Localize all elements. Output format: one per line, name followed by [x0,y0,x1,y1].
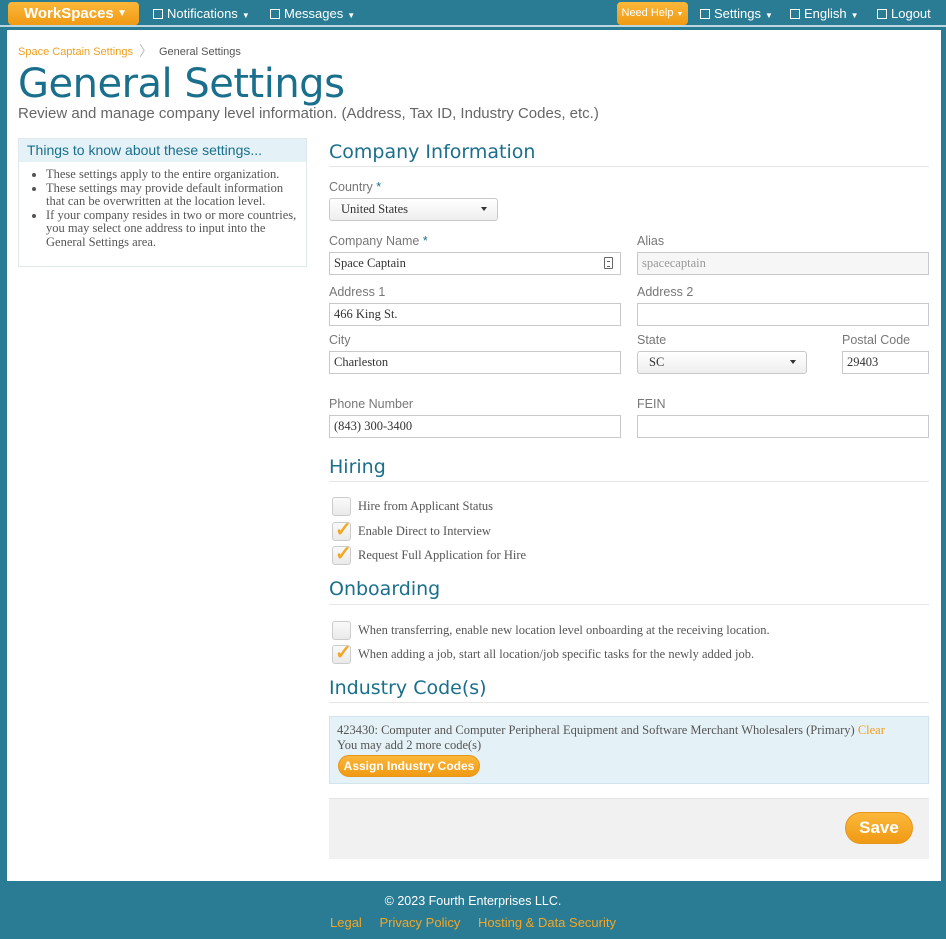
country-select[interactable]: United States [329,198,498,221]
assign-industry-codes-button[interactable]: Assign Industry Codes [338,755,480,777]
industry-codes-box: 423430: Computer and Computer Peripheral… [329,716,929,784]
breadcrumb: Space Captain Settings 〉 General Settings [18,41,241,61]
chevron-down-icon: ▼ [117,8,127,19]
settings-icon [700,9,710,19]
address1-label: Address 1 [329,285,386,299]
address1-field[interactable]: 466 King St. [329,303,621,326]
need-help-button[interactable]: Need Help ▼ [617,2,688,25]
messages-menu[interactable]: Messages ▼ [270,0,355,27]
option-label: Enable Direct to Interview [358,524,491,538]
option-label: When transferring, enable new location l… [358,623,770,637]
breadcrumb-separator-icon: 〉 [138,43,153,59]
option-label: When adding a job, start all location/jo… [358,647,755,661]
hiring-section-title: Hiring [329,456,386,478]
info-box-item: These settings apply to the entire organ… [46,167,298,182]
onboarding-section-title: Onboarding [329,578,441,600]
messages-icon [270,9,280,19]
chevron-down-icon: ▼ [241,11,250,20]
footer-link-legal[interactable]: Legal [330,915,362,930]
info-box-heading: Things to know about these settings... [19,139,306,162]
breadcrumb-parent-link[interactable]: Space Captain Settings [18,46,133,58]
section-divider [329,604,929,605]
footer-link-privacy-policy[interactable]: Privacy Policy [379,915,460,930]
top-navigation-bar: WorkSpaces ▼ Notifications ▼ Messages ▼ Ne… [0,0,946,27]
industry-remaining-text: You may add 2 more code(s) [337,738,482,752]
city-field[interactable]: Charleston [329,351,621,374]
city-label: City [329,333,351,347]
settings-menu[interactable]: Settings ▼ [700,0,773,27]
checkbox-unchecked[interactable] [332,497,351,516]
alias-label: Alias [637,234,665,248]
checkbox-checked[interactable]: ✓ [332,642,352,664]
section-divider [329,702,929,703]
clear-industry-code-link[interactable]: Clear [858,723,885,737]
address2-label: Address 2 [637,285,694,299]
main-panel: Space Captain Settings 〉 General Settings … [7,30,941,881]
checkbox-checked[interactable]: ✓ [332,519,352,541]
industry-code-line: 423430: Computer and Computer Peripheral… [337,723,921,738]
fein-label: FEIN [637,397,666,411]
workspaces-menu-button[interactable]: WorkSpaces ▼ [8,2,139,25]
phone-label: Phone Number [329,397,414,411]
dropdown-arrow-icon [481,207,487,211]
chevron-down-icon: ▼ [347,11,356,20]
save-button[interactable]: Save [845,812,913,844]
company-info-section-title: Company Information [329,141,536,163]
need-help-label: Need Help [621,7,674,19]
footer-copyright: © 2023 Fourth Enterprises LLC. [384,894,562,908]
save-bar: Save [329,798,929,859]
company-name-value: Space Captain [334,256,406,270]
industry-codes-section-title: Industry Code(s) [329,677,487,699]
industry-code-text: 423430: Computer and Computer Peripheral… [337,723,855,737]
globe-icon [790,9,800,19]
info-box-item: If your company resides in two or more c… [46,208,298,250]
page-title: General Settings [18,61,345,107]
chevron-down-icon: ▼ [676,11,684,18]
section-divider [329,166,929,167]
checkmark-icon: ✓ [335,543,352,565]
address2-field[interactable] [637,303,929,326]
checkmark-icon: ✓ [335,519,352,541]
fein-field[interactable] [637,415,929,438]
logout-link[interactable]: Logout [877,0,931,27]
footer-link-hosting-security[interactable]: Hosting & Data Security [478,915,616,930]
messages-label: Messages [284,6,344,21]
option-label: Request Full Application for Hire [358,548,527,562]
footer-links: Legal Privacy Policy Hosting & Data Secu… [0,915,946,930]
breadcrumb-current: General Settings [158,46,241,58]
option-label: Hire from Applicant Status [358,499,494,513]
alias-field[interactable]: spacecaptain [637,252,929,275]
state-value: SC [649,355,665,369]
info-box-list: These settings apply to the entire organ… [19,162,306,249]
settings-info-box: Things to know about these settings... T… [18,138,307,267]
country-label: Country * [329,180,382,194]
language-label: English [804,6,847,21]
postal-code-label: Postal Code [842,333,911,347]
logout-icon [877,9,887,19]
postal-code-field[interactable]: 29403 [842,351,929,374]
workspaces-label: WorkSpaces [24,5,114,22]
checkbox-checked[interactable]: ✓ [332,543,352,565]
company-name-field[interactable]: Space Captain [329,252,621,275]
checkmark-icon: ✓ [335,642,352,664]
phone-field[interactable]: (843) 300-3400 [329,415,621,438]
language-menu[interactable]: English ▼ [790,0,859,27]
settings-label: Settings [714,6,761,21]
contact-card-icon [604,257,613,269]
notifications-menu[interactable]: Notifications ▼ [153,0,250,27]
state-label: State [637,333,667,347]
chevron-down-icon: ▼ [850,11,859,20]
notifications-label: Notifications [167,6,238,21]
page-subtitle: Review and manage company level informat… [18,105,599,122]
country-value: United States [341,202,409,216]
notifications-icon [153,9,163,19]
info-box-item: These settings may provide default infor… [46,181,298,209]
chevron-down-icon: ▼ [764,11,773,20]
logout-label: Logout [891,6,931,21]
section-divider [329,481,929,482]
state-select[interactable]: SC [637,351,807,374]
checkbox-unchecked[interactable] [332,621,351,640]
company-name-label: Company Name * [329,234,428,248]
dropdown-arrow-icon [790,360,796,364]
